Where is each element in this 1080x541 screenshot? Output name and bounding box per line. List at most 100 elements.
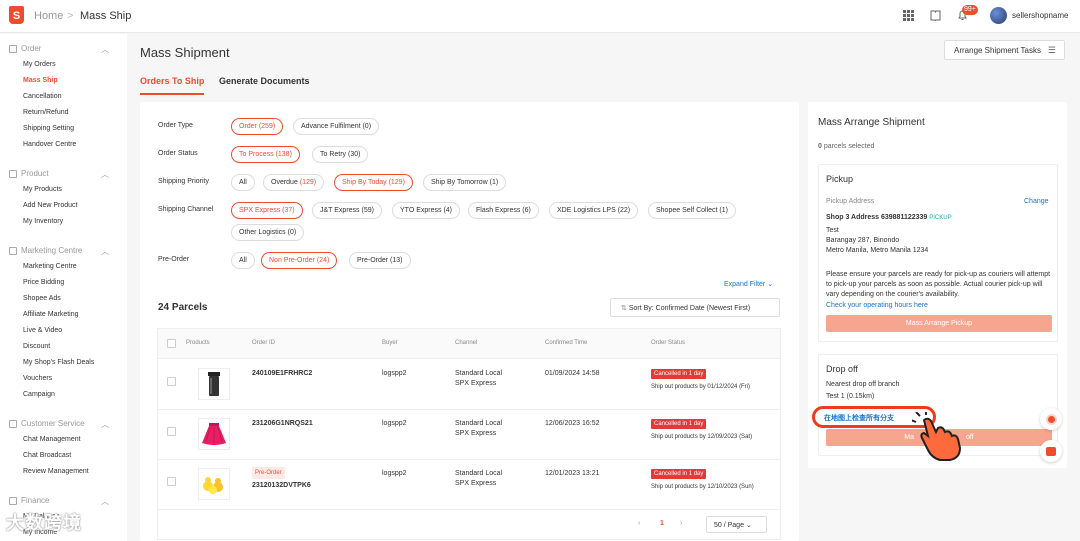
- chip-priority-all[interactable]: All: [231, 174, 255, 191]
- chip-order[interactable]: Order (259): [231, 118, 284, 135]
- pickup-tag: PICKUP: [929, 215, 952, 221]
- sort-icon: ⇅: [621, 305, 629, 312]
- chip-spx-express[interactable]: SPX Express (37): [231, 202, 303, 219]
- chip-preorder-all[interactable]: All: [231, 252, 255, 269]
- sidebar-section-customer-service[interactable]: Customer Service ︿: [9, 419, 109, 429]
- row-checkbox[interactable]: [167, 427, 176, 436]
- breadcrumb-home[interactable]: Home: [34, 10, 63, 22]
- sidebar-item-add-new-product[interactable]: Add New Product: [23, 202, 77, 209]
- shop-name[interactable]: sellershopname: [1012, 11, 1068, 20]
- sidebar-item-my-inventory[interactable]: My Inventory: [23, 218, 63, 225]
- confirmed-time: 12/06/2023 16:52: [545, 420, 600, 427]
- next-page-icon[interactable]: ›: [680, 520, 682, 527]
- sidebar-item-my-products[interactable]: My Products: [23, 186, 62, 193]
- order-id[interactable]: 23120132DVTPK6: [252, 481, 311, 491]
- col-products: Products: [186, 340, 210, 346]
- sidebar-item-mass-ship[interactable]: Mass Ship: [23, 77, 58, 84]
- chip-yto-express[interactable]: YTO Express (4): [392, 202, 460, 219]
- order-status: Cancelled in 1 day Ship out products by 0…: [651, 369, 750, 392]
- row-checkbox[interactable]: [167, 477, 176, 486]
- chip-advance-fulfilment[interactable]: Advance Fulfilment (0): [293, 118, 380, 135]
- col-order-status: Order Status: [651, 340, 686, 346]
- sort-button[interactable]: ⇅ Sort By: Confirmed Date (Newest First): [610, 298, 780, 317]
- tab-generate-documents[interactable]: Generate Documents: [219, 76, 310, 86]
- chat-icon: [1046, 446, 1056, 456]
- channel-line2: SPX Express: [455, 480, 497, 487]
- buyer-name: logspp2: [382, 470, 407, 477]
- row-checkbox[interactable]: [167, 377, 176, 386]
- arrange-shipment-tasks-button[interactable]: Arrange Shipment Tasks ☰: [944, 40, 1065, 60]
- order-id[interactable]: 240109E1FRHRC2: [252, 369, 312, 379]
- sidebar-item-marketing-centre[interactable]: Marketing Centre: [23, 263, 77, 270]
- chevron-up-icon: ︿: [101, 497, 109, 506]
- chip-to-process[interactable]: To Process (138): [231, 146, 300, 163]
- sidebar-item-shipping-setting[interactable]: Shipping Setting: [23, 125, 74, 132]
- chip-ship-by-today[interactable]: Ship By Today (129): [334, 174, 413, 191]
- table-row[interactable]: 240109E1FRHRC2 logspp2 Standard Local SPX…: [158, 360, 780, 410]
- sidebar-item-discount[interactable]: Discount: [23, 343, 50, 350]
- prev-page-icon[interactable]: ‹: [638, 520, 640, 527]
- col-buyer: Buyer: [382, 340, 398, 346]
- chip-shopee-self-collect[interactable]: Shopee Self Collect (1): [648, 202, 736, 219]
- sidebar-item-price-bidding[interactable]: Price Bidding: [23, 279, 64, 286]
- chip-other-logistics[interactable]: Other Logistics (0): [231, 224, 305, 241]
- sidebar-item-cancellation[interactable]: Cancellation: [23, 93, 62, 100]
- expand-label: Expand Filter: [724, 281, 766, 288]
- branch-name: Test 1 (0.15km): [826, 393, 875, 400]
- change-address-link[interactable]: Change: [1024, 197, 1049, 207]
- sidebar-item-chat-broadcast[interactable]: Chat Broadcast: [23, 452, 71, 459]
- buyer-name: logspp2: [382, 420, 407, 427]
- sidebar-item-chat-management[interactable]: Chat Management: [23, 436, 81, 443]
- status-badge: Cancelled in 1 day: [651, 469, 707, 479]
- book-icon[interactable]: [929, 10, 941, 22]
- float-chat-button[interactable]: [1040, 440, 1062, 462]
- chip-overdue[interactable]: Overdue (129): [263, 174, 325, 191]
- page-number[interactable]: 1: [660, 520, 664, 527]
- pointing-hand-icon: [912, 412, 962, 461]
- mass-arrange-pickup-button[interactable]: Mass Arrange Pickup: [826, 315, 1052, 332]
- sidebar-item-review-management[interactable]: Review Management: [23, 468, 89, 475]
- chip-pre-order[interactable]: Pre-Order (13): [349, 252, 411, 269]
- per-page-select[interactable]: 50 / Page ⌄: [706, 516, 767, 533]
- sidebar-item-affiliate-marketing[interactable]: Affiliate Marketing: [23, 311, 79, 318]
- pickup-title: Pickup: [826, 174, 854, 184]
- shopee-logo[interactable]: S: [9, 6, 24, 24]
- sidebar-item-my-orders[interactable]: My Orders: [23, 61, 56, 68]
- page-title: Mass Shipment: [140, 45, 230, 60]
- confirmed-time: 12/01/2023 13:21: [545, 470, 600, 477]
- apps-grid-icon[interactable]: [902, 10, 914, 22]
- orders-table: Products Order ID Buyer Channel Confirme…: [157, 328, 781, 540]
- table-row[interactable]: Pre-Order 23120132DVTPK6 logspp2 Standard…: [158, 460, 780, 510]
- expand-filter-link[interactable]: Expand Filter ⌄: [724, 280, 773, 288]
- chip-ship-by-tomorrow[interactable]: Ship By Tomorrow (1): [423, 174, 507, 191]
- sidebar-item-return-refund[interactable]: Return/Refund: [23, 109, 69, 116]
- sidebar-item-handover-centre[interactable]: Handover Centre: [23, 141, 76, 148]
- tab-orders-to-ship[interactable]: Orders To Ship: [140, 76, 205, 95]
- order-id[interactable]: 231206G1NRQS21: [252, 419, 313, 429]
- chip-non-pre-order[interactable]: Non Pre-Order (24): [261, 252, 338, 269]
- float-camera-button[interactable]: [1040, 408, 1062, 430]
- table-row[interactable]: 231206G1NRQS21 logspp2 Standard Local SPX…: [158, 410, 780, 460]
- headset-icon: [9, 419, 17, 428]
- mass-arrange-title: Mass Arrange Shipment: [818, 117, 925, 128]
- watermark-text: 大数跨境: [6, 513, 82, 533]
- sidebar-section-product[interactable]: Product ︿: [9, 169, 109, 179]
- chip-xde-logistics[interactable]: XDE Logistics LPS (22): [549, 202, 639, 219]
- operating-hours-link[interactable]: Check your operating hours here: [826, 301, 928, 311]
- per-page-label: 50 / Page: [714, 522, 744, 529]
- sidebar-section-order[interactable]: Order ︿: [9, 44, 109, 54]
- sidebar-item-campaign[interactable]: Campaign: [23, 391, 55, 398]
- sidebar-section-marketing[interactable]: Marketing Centre ︿: [9, 246, 109, 256]
- sidebar-item-flash-deals[interactable]: My Shop's Flash Deals: [23, 359, 94, 366]
- select-all-checkbox[interactable]: [167, 339, 176, 348]
- sidebar-section-finance[interactable]: Finance ︿: [9, 496, 109, 506]
- sidebar-item-vouchers[interactable]: Vouchers: [23, 375, 52, 382]
- chevron-up-icon: ︿: [101, 45, 109, 54]
- chip-flash-express[interactable]: Flash Express (6): [468, 202, 539, 219]
- sidebar-item-live-video[interactable]: Live & Video: [23, 327, 62, 334]
- avatar[interactable]: [990, 7, 1007, 24]
- button-label: Arrange Shipment Tasks: [954, 46, 1042, 55]
- chip-to-retry[interactable]: To Retry (30): [312, 146, 369, 163]
- sidebar-item-shopee-ads[interactable]: Shopee Ads: [23, 295, 61, 302]
- chip-jt-express[interactable]: J&T Express (59): [312, 202, 382, 219]
